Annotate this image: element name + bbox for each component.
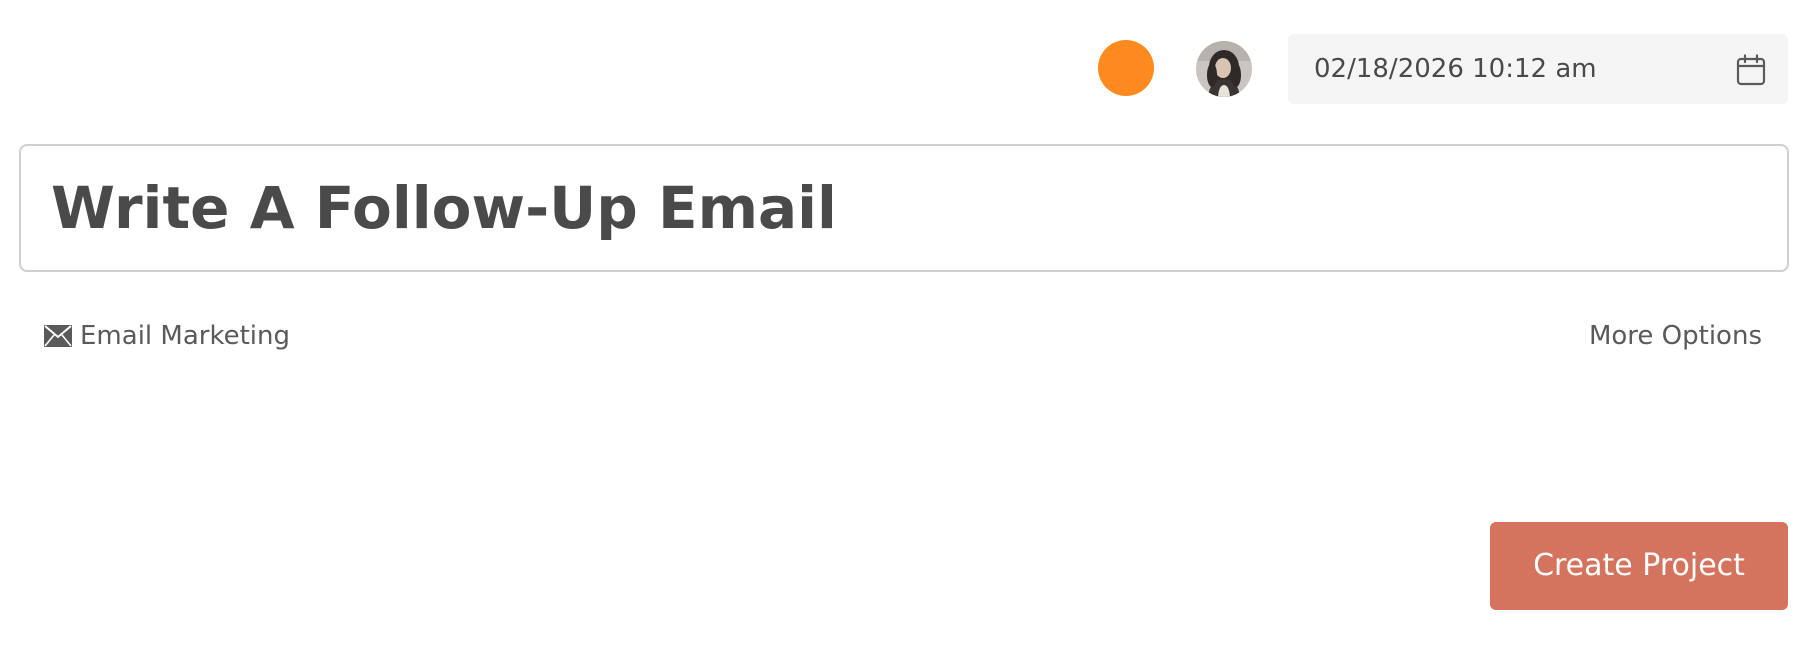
assignee-avatar[interactable] [1196,41,1252,97]
user-avatar-icon [1196,41,1252,97]
due-date-value: 02/18/2026 10:12 am [1314,54,1597,84]
create-project-button[interactable]: Create Project [1490,522,1788,610]
category-label: Email Marketing [80,321,290,351]
due-date-field[interactable]: 02/18/2026 10:12 am [1288,34,1788,104]
category-selector[interactable]: Email Marketing [44,318,290,354]
color-swatch-button[interactable] [1098,40,1154,96]
envelope-icon [44,325,72,347]
calendar-icon[interactable] [1736,54,1766,86]
project-title-input[interactable]: Write A Follow-Up Email [19,144,1789,272]
more-options-link[interactable]: More Options [1589,318,1762,354]
project-title-value: Write A Follow-Up Email [51,174,837,242]
create-project-form: 02/18/2026 10:12 am Write A Follow-Up Em… [0,0,1808,646]
